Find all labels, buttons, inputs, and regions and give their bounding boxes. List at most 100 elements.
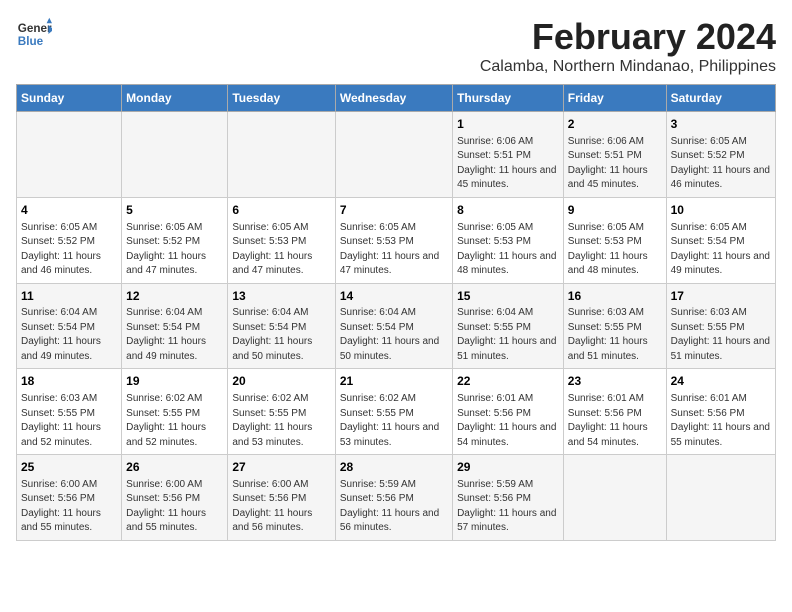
weekday-header-friday: Friday — [563, 85, 666, 112]
calendar-week-row: 1 Sunrise: 6:06 AM Sunset: 5:51 PM Daylig… — [17, 112, 776, 198]
subtitle: Calamba, Northern Mindanao, Philippines — [480, 58, 776, 76]
day-number: 9 — [568, 202, 662, 219]
day-number: 6 — [232, 202, 330, 219]
day-info: Sunrise: 6:02 AM Sunset: 5:55 PM Dayligh… — [232, 392, 330, 450]
day-number: 5 — [126, 202, 223, 219]
calendar-cell: 8 Sunrise: 6:05 AM Sunset: 5:53 PM Daylig… — [453, 197, 564, 283]
day-info: Sunrise: 6:02 AM Sunset: 5:55 PM Dayligh… — [340, 392, 448, 450]
calendar-cell: 1 Sunrise: 6:06 AM Sunset: 5:51 PM Daylig… — [453, 112, 564, 198]
day-number: 1 — [457, 116, 559, 133]
calendar-week-row: 18Sunrise: 6:03 AM Sunset: 5:55 PM Dayli… — [17, 369, 776, 455]
day-number: 20 — [232, 373, 330, 390]
calendar-cell: 12Sunrise: 6:04 AM Sunset: 5:54 PM Dayli… — [122, 283, 228, 369]
calendar-cell: 17Sunrise: 6:03 AM Sunset: 5:55 PM Dayli… — [666, 283, 775, 369]
calendar-cell — [228, 112, 335, 198]
calendar-cell: 11Sunrise: 6:04 AM Sunset: 5:54 PM Dayli… — [17, 283, 122, 369]
day-number: 25 — [21, 459, 117, 476]
calendar-cell: 21Sunrise: 6:02 AM Sunset: 5:55 PM Dayli… — [335, 369, 452, 455]
day-number: 26 — [126, 459, 223, 476]
day-info: Sunrise: 6:04 AM Sunset: 5:54 PM Dayligh… — [232, 306, 330, 364]
day-info: Sunrise: 6:03 AM Sunset: 5:55 PM Dayligh… — [568, 306, 662, 364]
day-info: Sunrise: 5:59 AM Sunset: 5:56 PM Dayligh… — [457, 478, 559, 536]
day-number: 13 — [232, 288, 330, 305]
day-info: Sunrise: 6:01 AM Sunset: 5:56 PM Dayligh… — [457, 392, 559, 450]
day-info: Sunrise: 6:05 AM Sunset: 5:53 PM Dayligh… — [457, 221, 559, 279]
calendar-cell: 15Sunrise: 6:04 AM Sunset: 5:55 PM Dayli… — [453, 283, 564, 369]
day-info: Sunrise: 6:05 AM Sunset: 5:52 PM Dayligh… — [671, 135, 771, 193]
calendar-cell: 10Sunrise: 6:05 AM Sunset: 5:54 PM Dayli… — [666, 197, 775, 283]
calendar-cell: 28Sunrise: 5:59 AM Sunset: 5:56 PM Dayli… — [335, 455, 452, 541]
calendar-cell: 13Sunrise: 6:04 AM Sunset: 5:54 PM Dayli… — [228, 283, 335, 369]
day-info: Sunrise: 6:06 AM Sunset: 5:51 PM Dayligh… — [457, 135, 559, 193]
day-number: 12 — [126, 288, 223, 305]
day-number: 10 — [671, 202, 771, 219]
day-number: 17 — [671, 288, 771, 305]
day-info: Sunrise: 6:06 AM Sunset: 5:51 PM Dayligh… — [568, 135, 662, 193]
calendar-cell: 7 Sunrise: 6:05 AM Sunset: 5:53 PM Daylig… — [335, 197, 452, 283]
day-info: Sunrise: 6:00 AM Sunset: 5:56 PM Dayligh… — [232, 478, 330, 536]
weekday-header-wednesday: Wednesday — [335, 85, 452, 112]
day-info: Sunrise: 6:05 AM Sunset: 5:52 PM Dayligh… — [21, 221, 117, 279]
day-info: Sunrise: 6:00 AM Sunset: 5:56 PM Dayligh… — [21, 478, 117, 536]
calendar-cell: 29 Sunrise: 5:59 AM Sunset: 5:56 PM Dayli… — [453, 455, 564, 541]
day-info: Sunrise: 6:04 AM Sunset: 5:54 PM Dayligh… — [21, 306, 117, 364]
calendar-cell: 27 Sunrise: 6:00 AM Sunset: 5:56 PM Dayli… — [228, 455, 335, 541]
calendar-week-row: 4 Sunrise: 6:05 AM Sunset: 5:52 PM Daylig… — [17, 197, 776, 283]
calendar-cell — [666, 455, 775, 541]
weekday-header-tuesday: Tuesday — [228, 85, 335, 112]
calendar-cell — [122, 112, 228, 198]
day-number: 27 — [232, 459, 330, 476]
calendar-header: SundayMondayTuesdayWednesdayThursdayFrid… — [17, 85, 776, 112]
calendar-cell: 23Sunrise: 6:01 AM Sunset: 5:56 PM Dayli… — [563, 369, 666, 455]
day-info: Sunrise: 6:04 AM Sunset: 5:55 PM Dayligh… — [457, 306, 559, 364]
calendar-cell: 9 Sunrise: 6:05 AM Sunset: 5:53 PM Daylig… — [563, 197, 666, 283]
main-title: February 2024 — [480, 16, 776, 58]
day-number: 29 — [457, 459, 559, 476]
day-info: Sunrise: 6:05 AM Sunset: 5:53 PM Dayligh… — [340, 221, 448, 279]
calendar-cell: 3 Sunrise: 6:05 AM Sunset: 5:52 PM Daylig… — [666, 112, 775, 198]
day-number: 15 — [457, 288, 559, 305]
day-info: Sunrise: 6:05 AM Sunset: 5:53 PM Dayligh… — [568, 221, 662, 279]
calendar-cell: 4 Sunrise: 6:05 AM Sunset: 5:52 PM Daylig… — [17, 197, 122, 283]
day-info: Sunrise: 6:03 AM Sunset: 5:55 PM Dayligh… — [671, 306, 771, 364]
calendar-cell: 14Sunrise: 6:04 AM Sunset: 5:54 PM Dayli… — [335, 283, 452, 369]
calendar-week-row: 25 Sunrise: 6:00 AM Sunset: 5:56 PM Dayli… — [17, 455, 776, 541]
svg-text:General: General — [18, 22, 52, 35]
calendar-cell — [17, 112, 122, 198]
logo-icon: General Blue — [16, 16, 52, 52]
day-number: 19 — [126, 373, 223, 390]
day-number: 4 — [21, 202, 117, 219]
day-number: 18 — [21, 373, 117, 390]
weekday-header-row: SundayMondayTuesdayWednesdayThursdayFrid… — [17, 85, 776, 112]
calendar-cell: 6 Sunrise: 6:05 AM Sunset: 5:53 PM Daylig… — [228, 197, 335, 283]
day-number: 3 — [671, 116, 771, 133]
weekday-header-sunday: Sunday — [17, 85, 122, 112]
calendar-cell: 22 Sunrise: 6:01 AM Sunset: 5:56 PM Dayli… — [453, 369, 564, 455]
day-number: 8 — [457, 202, 559, 219]
calendar-cell: 18Sunrise: 6:03 AM Sunset: 5:55 PM Dayli… — [17, 369, 122, 455]
calendar-week-row: 11Sunrise: 6:04 AM Sunset: 5:54 PM Dayli… — [17, 283, 776, 369]
svg-text:Blue: Blue — [18, 35, 44, 48]
calendar-cell: 25 Sunrise: 6:00 AM Sunset: 5:56 PM Dayli… — [17, 455, 122, 541]
day-number: 22 — [457, 373, 559, 390]
calendar-cell: 20 Sunrise: 6:02 AM Sunset: 5:55 PM Dayli… — [228, 369, 335, 455]
day-number: 7 — [340, 202, 448, 219]
day-number: 24 — [671, 373, 771, 390]
day-number: 11 — [21, 288, 117, 305]
day-info: Sunrise: 6:05 AM Sunset: 5:53 PM Dayligh… — [232, 221, 330, 279]
calendar-cell: 16Sunrise: 6:03 AM Sunset: 5:55 PM Dayli… — [563, 283, 666, 369]
calendar-cell — [335, 112, 452, 198]
calendar-cell: 2Sunrise: 6:06 AM Sunset: 5:51 PM Daylig… — [563, 112, 666, 198]
day-info: Sunrise: 6:04 AM Sunset: 5:54 PM Dayligh… — [126, 306, 223, 364]
calendar-table: SundayMondayTuesdayWednesdayThursdayFrid… — [16, 84, 776, 541]
day-info: Sunrise: 6:01 AM Sunset: 5:56 PM Dayligh… — [671, 392, 771, 450]
day-info: Sunrise: 6:04 AM Sunset: 5:54 PM Dayligh… — [340, 306, 448, 364]
day-info: Sunrise: 6:02 AM Sunset: 5:55 PM Dayligh… — [126, 392, 223, 450]
day-number: 16 — [568, 288, 662, 305]
weekday-header-saturday: Saturday — [666, 85, 775, 112]
weekday-header-monday: Monday — [122, 85, 228, 112]
day-info: Sunrise: 6:00 AM Sunset: 5:56 PM Dayligh… — [126, 478, 223, 536]
logo: General Blue — [16, 16, 52, 52]
title-area: February 2024 Calamba, Northern Mindanao… — [480, 16, 776, 76]
calendar-cell — [563, 455, 666, 541]
